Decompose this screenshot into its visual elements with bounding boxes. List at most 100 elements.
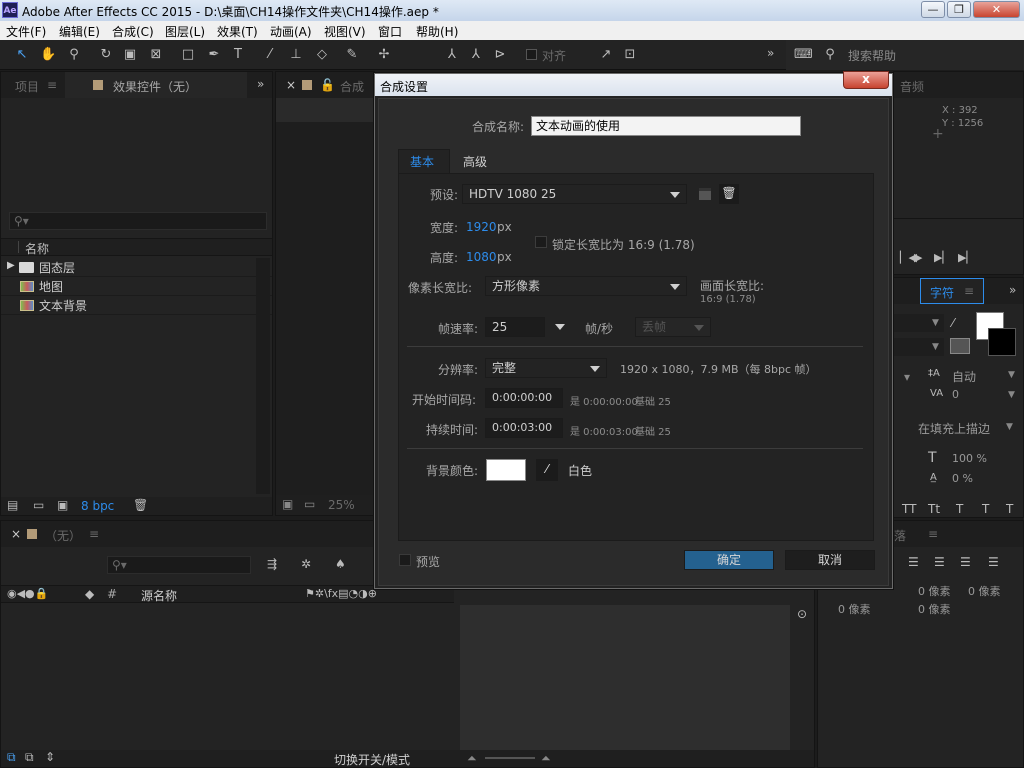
tab-paragraph[interactable]: 落	[894, 527, 906, 544]
font-family-dropdown[interactable]: ▼	[894, 314, 944, 332]
maximize-button[interactable]: ❐	[947, 1, 971, 18]
menu-help[interactable]: 帮助(H)	[416, 23, 458, 40]
ok-button[interactable]: 确定	[684, 550, 774, 570]
menu-animation[interactable]: 动画(A)	[270, 23, 312, 40]
project-scrollbar[interactable]	[256, 258, 270, 494]
name-column-header[interactable]: 名称	[25, 240, 49, 257]
selection-tool-icon[interactable]: ↖	[14, 47, 30, 63]
snap-grid-icon[interactable]: ⊡	[622, 47, 638, 63]
label-tag-icon[interactable]: ◆	[85, 587, 94, 601]
clone-stamp-tool-icon[interactable]: ⊥	[288, 47, 304, 63]
project-item-text-bg[interactable]: 文本背景	[1, 296, 272, 315]
resolution-dropdown[interactable]: 完整	[485, 358, 607, 378]
snapshot-icon[interactable]: ▣	[282, 497, 293, 511]
expand-arrow-icon[interactable]: ▶	[7, 260, 15, 271]
align-center-icon[interactable]: ☰	[934, 555, 945, 569]
minimize-button[interactable]: —	[921, 1, 945, 18]
toggle-in-out-icon[interactable]: ⧉	[25, 750, 34, 765]
preset-dropdown[interactable]: HDTV 1080 25	[462, 184, 687, 204]
draft-3d-icon[interactable]: ✲	[301, 557, 311, 571]
font-style-dropdown[interactable]: ▼	[894, 338, 944, 356]
faux-bold-icon[interactable]: TT	[902, 502, 916, 516]
gamepad-icon[interactable]: ⌨	[794, 47, 813, 63]
hand-tool-icon[interactable]: ✋	[40, 47, 56, 63]
panel-menu-icon[interactable]: ≡	[47, 78, 57, 92]
pan-behind-tool-icon[interactable]: ⊠	[148, 47, 164, 63]
pen-tool-icon[interactable]: ✒	[206, 47, 222, 63]
char-more-icon[interactable]: »	[1009, 283, 1016, 297]
leading-value[interactable]: 自动	[952, 368, 976, 385]
space-after-value[interactable]: 0 像素	[918, 601, 951, 617]
indent-first-value[interactable]: 0 像素	[838, 601, 871, 617]
lock-ratio-checkbox[interactable]	[535, 236, 547, 248]
project-item-solids[interactable]: ▶ 固态层 ⊼	[1, 258, 272, 277]
small-caps-icon[interactable]: Tt	[928, 502, 940, 516]
space-before-value[interactable]: 0 像素	[968, 583, 1001, 599]
source-name-header[interactable]: 源名称	[141, 587, 177, 604]
trash-icon[interactable]: 🗑	[133, 498, 148, 512]
tab-composition[interactable]: 合成	[340, 78, 364, 95]
label-column-header[interactable]	[9, 241, 19, 253]
eyedropper-icon[interactable]: ⁄	[536, 459, 558, 481]
menu-effect[interactable]: 效果(T)	[217, 23, 258, 40]
rotate-tool-icon[interactable]: ↻	[98, 47, 114, 63]
world-axis-icon[interactable]: ⅄	[468, 47, 484, 63]
rectangle-tool-icon[interactable]: □	[180, 47, 196, 63]
swap-colors-icon[interactable]	[950, 338, 970, 354]
last-frame-icon[interactable]: ▶▏	[958, 251, 975, 264]
toggle-transfer-icon[interactable]: ⧉	[7, 750, 16, 765]
height-value[interactable]: 1080	[466, 250, 497, 264]
comp-button-icon[interactable]: ⊙	[797, 607, 807, 621]
comp-flowchart-icon[interactable]: ⇶	[267, 557, 277, 571]
tab-effect-controls[interactable]: 效果控件（无）	[113, 78, 197, 95]
menu-composition[interactable]: 合成(C)	[112, 23, 154, 40]
av-features-icon[interactable]: ◉◀●🔒	[7, 587, 48, 600]
zoom-slider[interactable]	[485, 757, 535, 759]
menu-file[interactable]: 文件(F)	[6, 23, 46, 40]
toggle-switches-modes[interactable]: 切换开关/模式	[334, 751, 410, 768]
eyedropper-icon[interactable]: ⁄	[952, 316, 954, 330]
bg-color-swatch[interactable]	[486, 459, 526, 481]
tab-advanced[interactable]: 高级	[463, 153, 487, 170]
zoom-tool-icon[interactable]: ⚲	[66, 47, 82, 63]
superscript-icon[interactable]: T	[956, 502, 963, 516]
local-axis-icon[interactable]: ⅄	[444, 47, 460, 63]
menu-window[interactable]: 窗口	[378, 23, 402, 40]
new-comp-icon[interactable]: ▣	[57, 498, 68, 512]
all-caps-icon[interactable]: T	[1006, 502, 1013, 516]
zoom-out-mountain-icon[interactable]: ⏶	[467, 751, 477, 766]
type-tool-icon[interactable]: T	[230, 47, 246, 63]
leading-dropdown-icon[interactable]: ▼	[1008, 370, 1015, 380]
tab-audio[interactable]: 音频	[900, 78, 924, 95]
subscript-icon[interactable]: T	[982, 502, 989, 516]
align-right-icon[interactable]: ☰	[960, 555, 971, 569]
tab-character[interactable]: 字符	[930, 284, 954, 301]
eraser-tool-icon[interactable]: ◇	[314, 47, 330, 63]
switches-header-icons[interactable]: ⚑✲\fx▤◔◑⊕	[305, 587, 377, 600]
duration-input[interactable]: 0:00:03:00	[485, 418, 563, 438]
justify-icon[interactable]: ☰	[988, 555, 999, 569]
timeline-graph-area[interactable]	[460, 605, 790, 753]
indent-right-value[interactable]: 0 像素	[918, 583, 951, 599]
timeline-menu-icon[interactable]: ≡	[89, 527, 99, 541]
puppet-pin-tool-icon[interactable]: ✢	[376, 47, 392, 63]
tab-project[interactable]: 项目	[15, 78, 39, 95]
timeline-search-input[interactable]: ⚲▾	[107, 556, 251, 574]
lock-icon[interactable]: 🔓	[320, 78, 335, 92]
view-axis-icon[interactable]: ⊳	[492, 47, 508, 63]
stroke-color-swatch[interactable]	[988, 328, 1016, 356]
align-left-icon[interactable]: ☰	[908, 555, 919, 569]
project-bpc[interactable]: 8 bpc	[81, 499, 114, 513]
menu-edit[interactable]: 编辑(E)	[59, 23, 100, 40]
tab-basic[interactable]: 基本	[410, 153, 434, 170]
camera-tool-icon[interactable]: ▣	[122, 47, 138, 63]
preview-checkbox[interactable]	[399, 554, 411, 566]
width-value[interactable]: 1920	[466, 220, 497, 234]
tracking-value[interactable]: 0	[952, 388, 959, 401]
save-preset-icon[interactable]	[699, 188, 711, 200]
baseline-shift-value[interactable]: 0 %	[952, 472, 973, 485]
interpret-footage-icon[interactable]: ▤	[7, 498, 18, 512]
frame-rate-dropdown[interactable]	[549, 317, 571, 337]
close-timeline-tab-icon[interactable]: ×	[11, 527, 21, 541]
roto-brush-tool-icon[interactable]: ✎	[344, 47, 360, 63]
